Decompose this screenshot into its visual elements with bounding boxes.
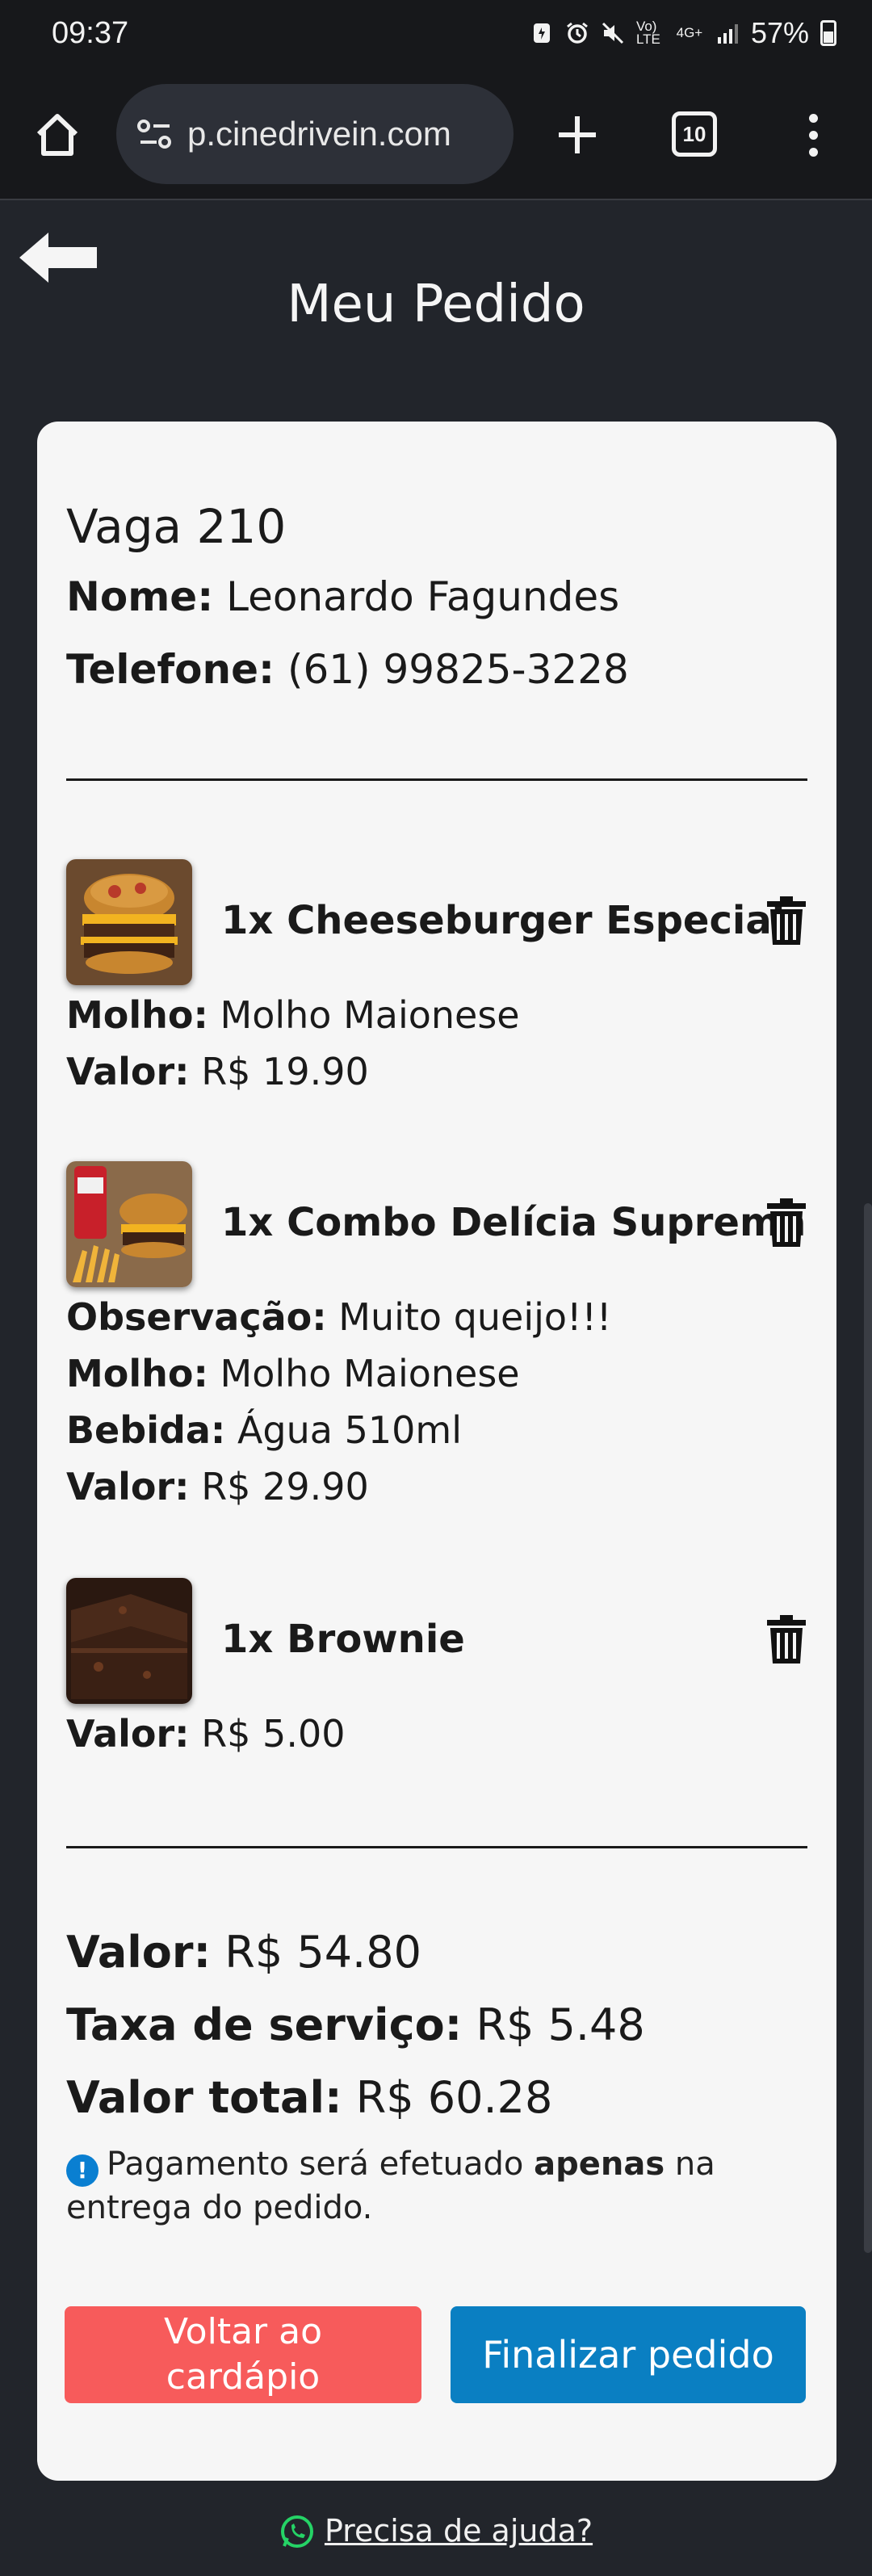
- site-settings-icon: [137, 120, 171, 149]
- item-title: 1x Brownie: [221, 1617, 465, 1662]
- order-total: Valor total: R$ 60.28: [66, 2072, 553, 2123]
- browser-toolbar: p.cinedrivein.com 10: [0, 66, 872, 200]
- customer-name: Nome: Leonardo Fagundes: [66, 573, 619, 620]
- address-bar[interactable]: p.cinedrivein.com: [116, 84, 514, 184]
- combo-image: [66, 1161, 192, 1287]
- burger-image: [66, 859, 192, 985]
- mute-icon: [601, 21, 625, 45]
- payment-notice: ! Pagamento será efetuado apenas na entre…: [66, 2146, 715, 2226]
- signal-icon: [715, 21, 740, 45]
- tab-switcher-button[interactable]: 10: [672, 111, 717, 157]
- phone-label: Telefone:: [66, 646, 275, 693]
- status-icons: Vo) LTE 4G+ 57%: [530, 16, 836, 50]
- item-detail: Bebida: Água 510ml: [66, 1408, 462, 1452]
- name-value: Leonardo Fagundes: [226, 573, 620, 620]
- battery-icon: [820, 20, 836, 46]
- item-price: Valor: R$ 29.90: [66, 1465, 369, 1508]
- home-button[interactable]: [29, 107, 86, 163]
- service-fee: Taxa de serviço: R$ 5.48: [66, 1999, 645, 2050]
- item-title: 1x Cheeseburger Especial: [221, 898, 786, 943]
- item-detail: Molho: Molho Maionese: [66, 993, 520, 1037]
- item-detail: Molho: Molho Maionese: [66, 1352, 520, 1395]
- status-bar: 09:37 Vo) LTE 4G+ 57%: [0, 0, 872, 66]
- whatsapp-icon: [280, 2515, 313, 2548]
- info-icon: !: [66, 2154, 99, 2187]
- notification-icon: [530, 21, 554, 45]
- parking-spot: Vaga 210: [66, 499, 287, 554]
- subtotal: Valor: R$ 54.80: [66, 1927, 421, 1978]
- dot-icon: [808, 130, 818, 140]
- name-label: Nome:: [66, 573, 214, 620]
- plus-icon: [559, 116, 596, 153]
- help-link-row: Precisa de ajuda?: [0, 2513, 872, 2549]
- item-title: 1x Combo Delícia Suprema: [221, 1200, 807, 1245]
- status-time: 09:37: [52, 15, 129, 50]
- alarm-icon: [565, 21, 589, 45]
- battery-percent: 57%: [750, 16, 809, 49]
- item-price: Valor: R$ 5.00: [66, 1712, 346, 1756]
- delete-item-button[interactable]: [765, 1615, 807, 1665]
- trash-icon: [767, 1198, 806, 1247]
- back-to-menu-button[interactable]: Voltar ao cardápio: [65, 2306, 421, 2403]
- dot-icon: [808, 147, 818, 157]
- phone-value: (61) 99825-3228: [287, 646, 629, 693]
- delete-item-button[interactable]: [765, 896, 807, 946]
- volte-icon: Vo) LTE: [635, 19, 660, 47]
- browser-menu-button[interactable]: [793, 107, 833, 163]
- finish-order-button[interactable]: Finalizar pedido: [451, 2306, 806, 2403]
- help-link[interactable]: Precisa de ajuda?: [325, 2513, 593, 2549]
- delete-item-button[interactable]: [765, 1198, 807, 1248]
- customer-phone: Telefone: (61) 99825-3228: [66, 646, 629, 693]
- home-icon: [36, 114, 78, 156]
- url-text: p.cinedrivein.com: [187, 115, 451, 153]
- item-detail: Observação: Muito queijo!!!: [66, 1295, 612, 1339]
- network-type-icon: 4G+: [676, 25, 703, 40]
- item-price: Valor: R$ 19.90: [66, 1050, 369, 1093]
- trash-icon: [767, 1615, 806, 1663]
- dot-icon: [808, 113, 818, 123]
- page-title: Meu Pedido: [287, 275, 585, 334]
- new-tab-button[interactable]: [549, 107, 606, 163]
- divider: [66, 1846, 807, 1848]
- brownie-image: [66, 1578, 192, 1704]
- scrollbar[interactable]: [864, 1203, 872, 2253]
- trash-icon: [767, 896, 806, 945]
- divider: [66, 778, 807, 781]
